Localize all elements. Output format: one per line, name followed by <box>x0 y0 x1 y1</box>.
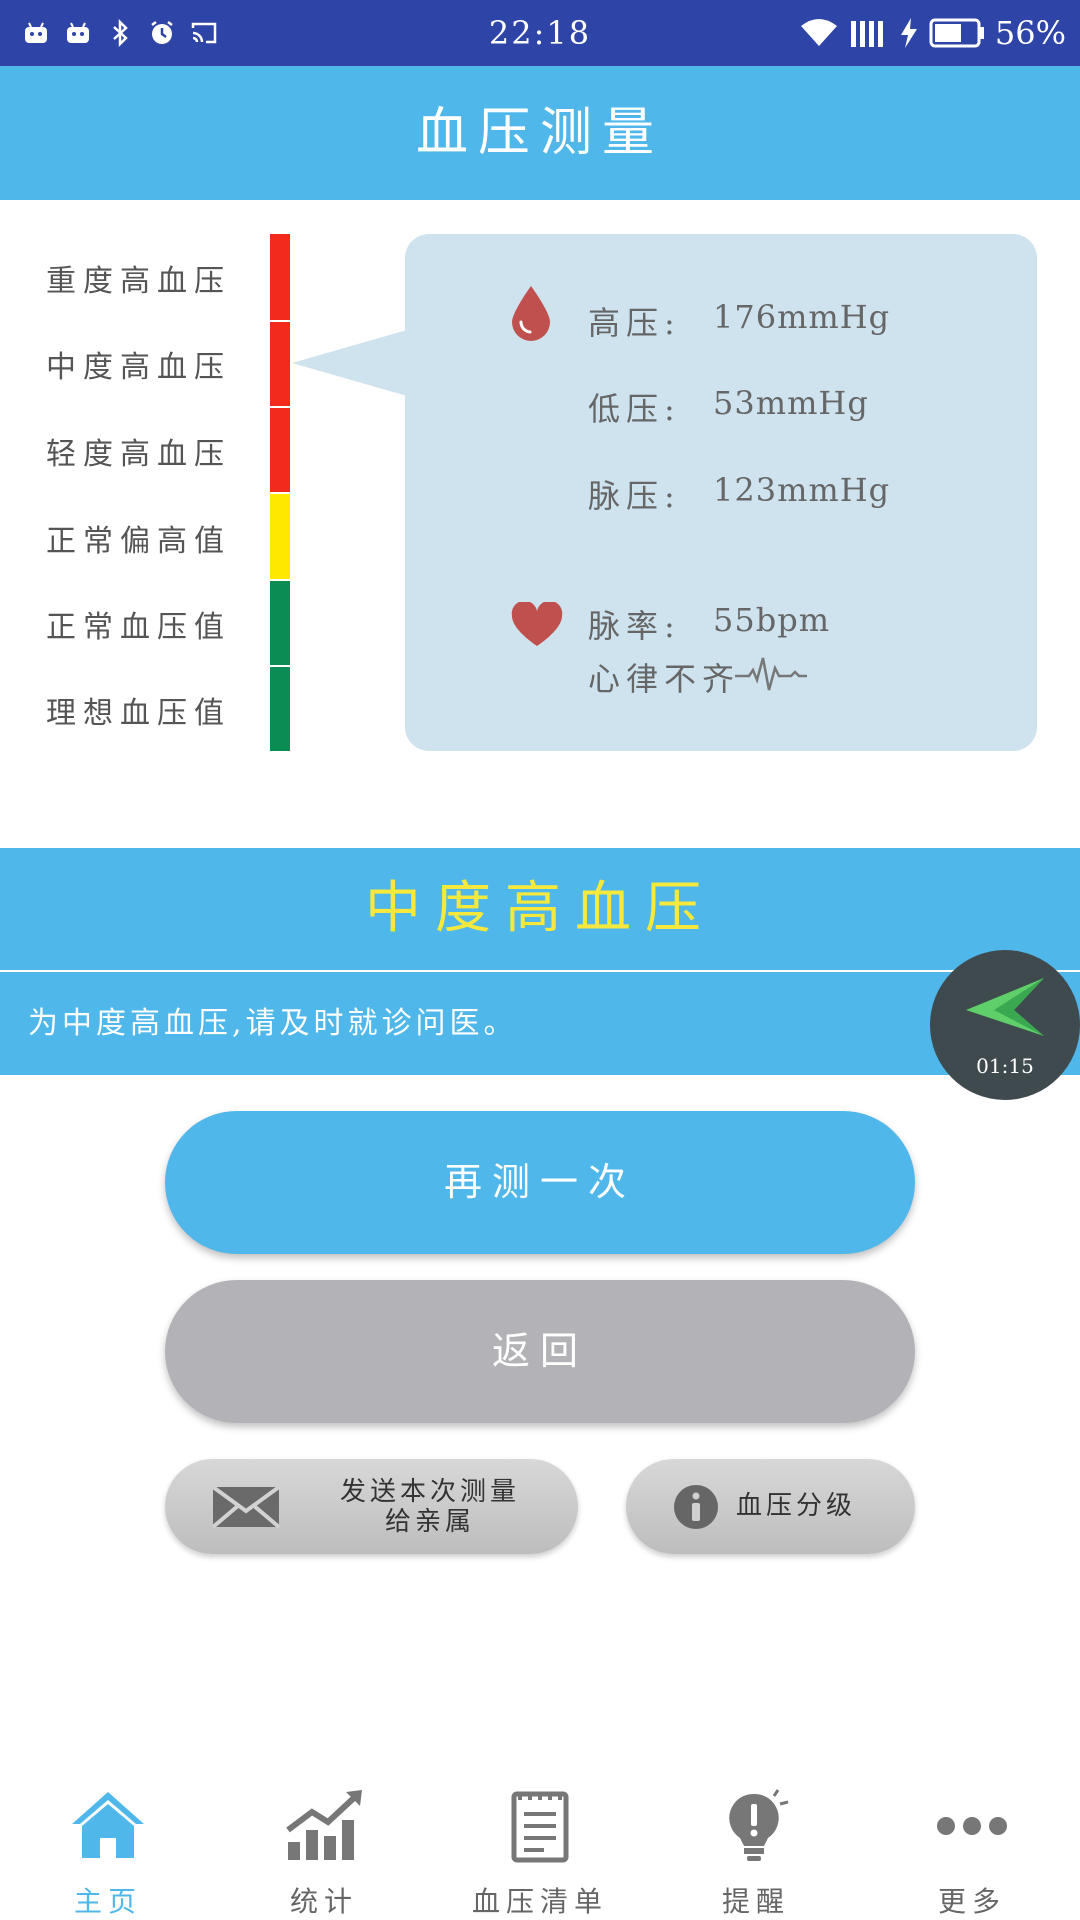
status-right-icons: 56% <box>799 12 1066 54</box>
floating-timer-time: 01:15 <box>976 1054 1034 1078</box>
scale-bar-segment-severe <box>270 234 290 320</box>
nav-item-statistics[interactable]: 统计 <box>216 1770 432 1920</box>
scale-label-ideal: 理想血压值 <box>46 696 231 731</box>
bubble-pointer <box>292 330 407 396</box>
battery-percent: 56% <box>994 14 1066 52</box>
heart-icon <box>511 602 563 646</box>
nav-item-home[interactable]: 主页 <box>0 1770 216 1920</box>
scale-label-normal: 正常血压值 <box>46 610 231 645</box>
scale-bar-segment-mild <box>270 408 290 492</box>
bottom-navigation: 主页 统计 血压清单 提醒 更多 <box>0 1770 1080 1920</box>
mail-icon <box>211 1485 281 1529</box>
home-icon <box>72 1792 144 1858</box>
diastolic-value: 53mmHg <box>713 384 869 422</box>
status-bar: 22:18 56% <box>0 0 1080 66</box>
bp-grade-label: 血压分级 <box>736 1491 857 1521</box>
nav-label-statistics: 统计 <box>289 1885 358 1918</box>
floating-timer-widget[interactable]: 01:15 <box>930 950 1080 1100</box>
systolic-label: 高压: <box>588 304 681 342</box>
pulse-rate-value: 55bpm <box>713 601 831 639</box>
chart-icon <box>286 1790 362 1860</box>
scale-bar-segment-moderate <box>270 322 290 406</box>
back-button[interactable]: 返回 <box>165 1280 915 1423</box>
result-level-title: 中度高血压 <box>0 848 1080 970</box>
battery-icon <box>929 18 984 48</box>
nav-label-more: 更多 <box>937 1885 1006 1918</box>
systolic-value: 176mmHg <box>713 298 891 336</box>
info-icon <box>674 1485 718 1529</box>
readings-panel: 高压: 176mmHg 低压: 53mmHg 脉压: 123mmHg 脉率: 5… <box>405 234 1037 751</box>
pulse-pressure-label: 脉压: <box>588 477 681 515</box>
page-title: 血压测量 <box>0 66 1080 200</box>
scale-label-high-normal: 正常偏高值 <box>46 524 231 559</box>
scale-bar-segment-normal <box>270 581 290 665</box>
arrhythmia-text: 心律不齐 <box>588 660 741 698</box>
heartbeat-wave-icon <box>735 657 807 691</box>
nav-item-bp-list[interactable]: 血压清单 <box>432 1770 648 1920</box>
nav-label-bp-list: 血压清单 <box>471 1885 608 1918</box>
nav-label-reminder: 提醒 <box>721 1885 790 1918</box>
nav-label-home: 主页 <box>73 1885 142 1918</box>
send-label-line2: 给亲属 <box>384 1507 475 1537</box>
wifi-icon <box>800 19 837 46</box>
send-to-family-label: 发送本次测量 给亲属 <box>315 1477 545 1537</box>
nav-item-reminder[interactable]: 提醒 <box>648 1770 864 1920</box>
list-icon <box>511 1791 569 1863</box>
measure-again-button[interactable]: 再测一次 <box>165 1111 915 1254</box>
pulse-pressure-value: 123mmHg <box>713 471 891 509</box>
send-label-line1: 发送本次测量 <box>339 1477 520 1507</box>
diastolic-label: 低压: <box>588 390 681 428</box>
scale-bar-segment-high-normal <box>270 494 290 579</box>
more-icon <box>937 1817 1007 1835</box>
paper-plane-icon <box>966 978 1044 1036</box>
scale-label-mild: 轻度高血压 <box>46 437 231 472</box>
pulse-rate-label: 脉率: <box>588 607 681 645</box>
send-to-family-button[interactable]: 发送本次测量 给亲属 <box>165 1459 578 1554</box>
scale-label-moderate: 中度高血压 <box>46 350 231 385</box>
bp-grade-button[interactable]: 血压分级 <box>626 1459 915 1554</box>
charging-icon <box>900 18 917 48</box>
result-advice: 为中度高血压,请及时就诊问医。 <box>0 972 1080 1075</box>
nav-item-more[interactable]: 更多 <box>864 1770 1080 1920</box>
scale-label-severe: 重度高血压 <box>46 264 231 299</box>
reminder-icon <box>729 1789 789 1861</box>
signal-icon <box>850 21 883 47</box>
blood-drop-icon <box>512 286 550 341</box>
scale-bar-segment-ideal <box>270 667 290 751</box>
